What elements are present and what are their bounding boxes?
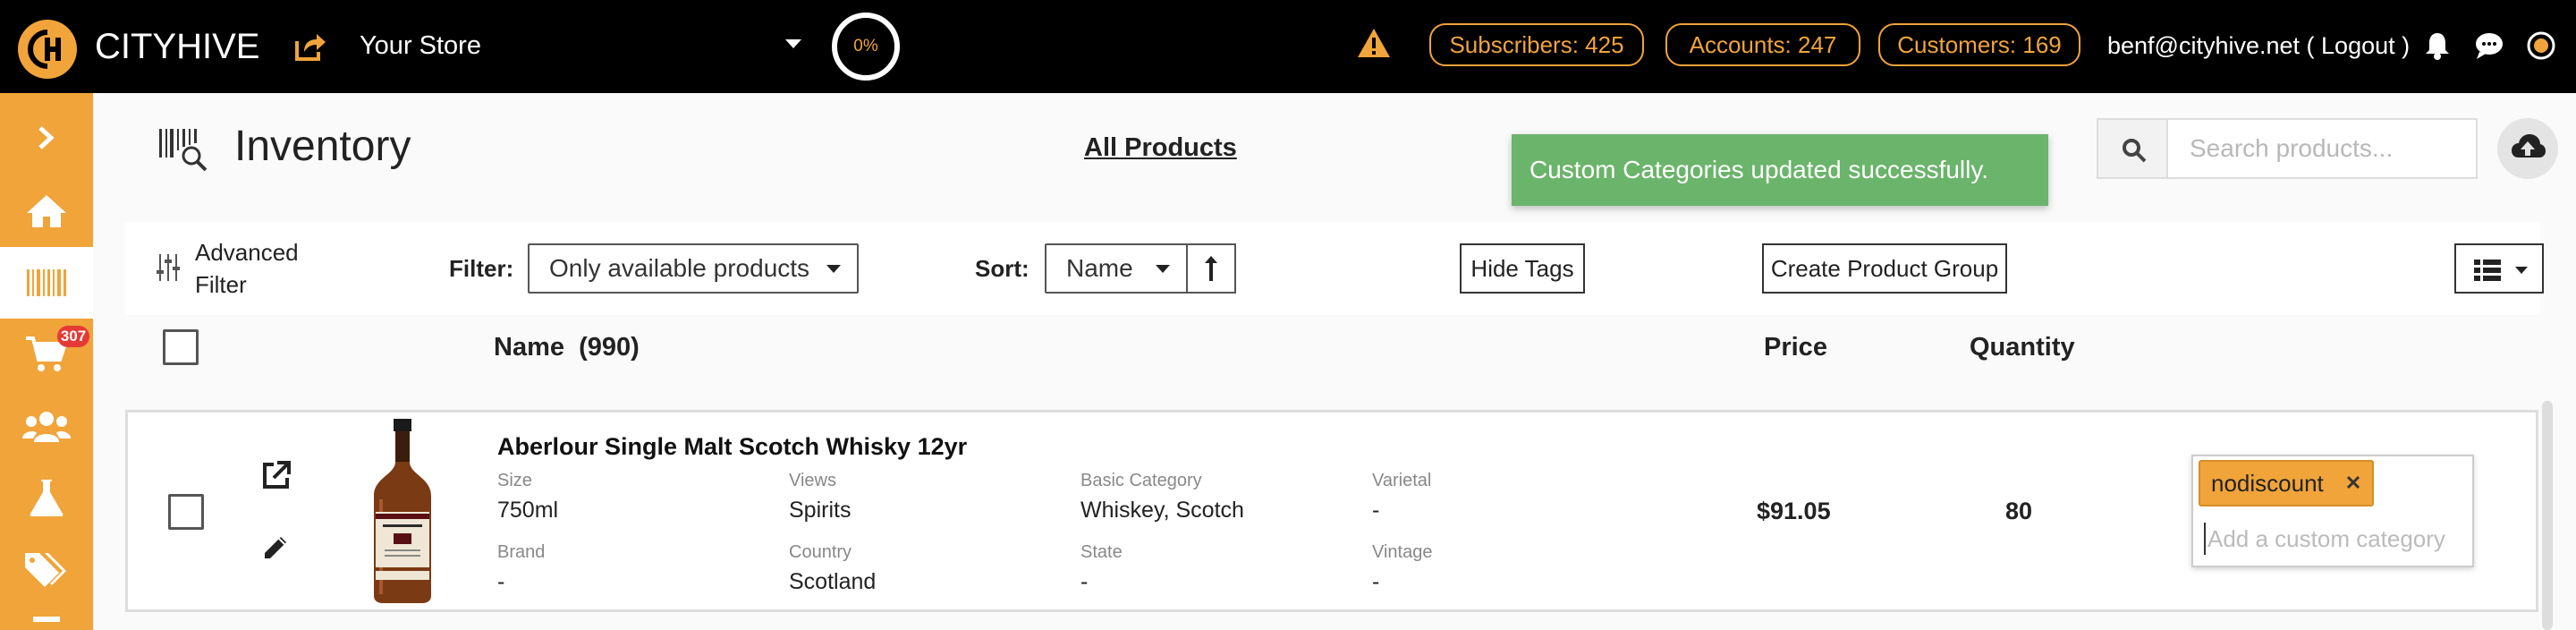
row-checkbox[interactable] [168, 494, 204, 530]
users-icon [22, 412, 71, 442]
sidebar: 307 [0, 93, 93, 630]
page-title: Inventory [234, 123, 411, 170]
basic-category-value: Whiskey, Scotch [1080, 498, 1244, 523]
success-toast[interactable]: Custom Categories updated successfully. [1512, 134, 2048, 206]
chevron-down-icon [1156, 265, 1170, 273]
subscribers-pill[interactable]: Subscribers: 425 [1429, 23, 1644, 66]
cityhive-logo-icon[interactable] [18, 20, 77, 79]
status-indicator-icon[interactable] [2526, 30, 2556, 61]
more-icon [33, 617, 60, 622]
sidebar-item-lab[interactable] [0, 462, 93, 533]
all-products-link[interactable]: All Products [1084, 131, 1237, 165]
advanced-filter-label-line1: Advanced [195, 239, 299, 266]
store-selector[interactable]: Your Store [360, 29, 481, 63]
top-bar: CITYHIVE Your Store 0% Subscribers: 425 … [0, 0, 2576, 93]
logout-link[interactable]: Logout [2321, 32, 2395, 59]
bell-icon[interactable] [2422, 30, 2453, 61]
tag-chip-label: nodiscount [2211, 470, 2324, 497]
product-name[interactable]: Aberlour Single Malt Scotch Whisky 12yr [497, 431, 967, 462]
advanced-filter-button[interactable]: Advanced Filter [195, 236, 299, 301]
basic-category-label: Basic Category [1080, 471, 1202, 490]
name-header-label: Name [494, 333, 564, 362]
tags-icon [25, 553, 66, 587]
search-icon [2123, 139, 2147, 163]
scrollbar-thumb[interactable] [2542, 401, 2553, 630]
sidebar-item-more[interactable] [0, 605, 93, 630]
cloud-upload-button[interactable] [2497, 118, 2558, 179]
flask-icon [30, 480, 64, 516]
brand-name[interactable]: CITYHIVE [95, 27, 259, 66]
external-link-icon[interactable] [261, 460, 292, 490]
vintage-label: Vintage [1372, 542, 1433, 562]
customers-pill[interactable]: Customers: 169 [1878, 23, 2080, 66]
quantity-value[interactable]: 80 [2005, 496, 2032, 526]
sort-select-value: Name [1066, 254, 1133, 282]
brand-label: Brand [497, 542, 546, 562]
filter-select[interactable]: Only available products [528, 243, 859, 294]
hide-tags-button[interactable]: Hide Tags [1460, 243, 1585, 294]
sort-select[interactable]: Name [1045, 243, 1188, 294]
logout-paren-close: ) [2394, 32, 2411, 59]
switch-store-icon[interactable] [292, 29, 327, 64]
user-email: benf@cityhive.net [2107, 32, 2301, 59]
sort-direction-button[interactable] [1186, 243, 1236, 294]
home-icon [27, 195, 66, 227]
sliders-icon[interactable] [156, 254, 181, 281]
search-button[interactable] [2097, 118, 2168, 179]
product-count: (990) [579, 333, 640, 362]
progress-percent: 0% [853, 37, 878, 55]
views-label: Views [789, 471, 836, 490]
accounts-pill[interactable]: Accounts: 247 [1665, 23, 1860, 66]
warning-icon[interactable] [1356, 27, 1392, 59]
table-row[interactable] [125, 410, 2538, 612]
cloud-upload-icon [2512, 134, 2546, 158]
select-all-checkbox[interactable] [163, 329, 199, 365]
sidebar-item-home[interactable] [0, 175, 93, 247]
view-mode-toggle[interactable] [2454, 243, 2544, 294]
size-value: 750ml [497, 498, 559, 523]
sidebar-item-tags[interactable] [0, 533, 93, 605]
advanced-filter-label-line2: Filter [195, 271, 247, 298]
logout-paren-open: ( [2300, 32, 2322, 59]
list-view-icon [2474, 260, 2501, 281]
chat-icon[interactable] [2474, 30, 2504, 61]
price-column-header[interactable]: Price [1764, 329, 1827, 365]
chevron-down-icon [826, 265, 841, 273]
chevron-down-icon[interactable] [785, 39, 801, 48]
country-value: Scotland [789, 569, 877, 594]
remove-tag-icon[interactable] [2343, 472, 2363, 492]
name-column-header[interactable]: Name (990) [494, 329, 640, 365]
state-label: State [1080, 542, 1123, 562]
sort-label: Sort: [975, 255, 1030, 282]
vintage-value: - [1372, 569, 1380, 594]
arrow-up-icon [1205, 256, 1217, 281]
chevron-down-icon [2515, 267, 2528, 274]
price-value[interactable]: $91.05 [1757, 496, 1831, 526]
product-image[interactable] [361, 419, 444, 603]
sidebar-toggle[interactable] [0, 102, 93, 174]
country-label: Country [789, 542, 852, 562]
state-value: - [1080, 569, 1089, 594]
orders-badge: 307 [57, 326, 89, 347]
inventory-barcode-search-icon [159, 129, 208, 172]
quantity-column-header[interactable]: Quantity [1970, 329, 2075, 365]
filter-select-value: Only available products [549, 254, 810, 282]
views-value: Spirits [789, 498, 852, 523]
sidebar-item-customers[interactable] [0, 390, 93, 462]
size-label: Size [497, 471, 532, 490]
brand-value: - [497, 569, 505, 594]
filter-label: Filter: [449, 255, 514, 282]
edit-pencil-icon[interactable] [261, 533, 290, 562]
varietal-value: - [1372, 498, 1380, 523]
custom-category-input[interactable] [2204, 523, 2463, 555]
chevron-right-icon [38, 126, 55, 149]
barcode-icon [27, 269, 66, 296]
search-input[interactable] [2166, 118, 2478, 179]
user-menu: benf@cityhive.net ( Logout ) [2107, 29, 2410, 63]
sidebar-item-inventory[interactable] [0, 247, 93, 319]
varietal-label: Varietal [1372, 471, 1432, 490]
create-product-group-button[interactable]: Create Product Group [1762, 243, 2007, 294]
